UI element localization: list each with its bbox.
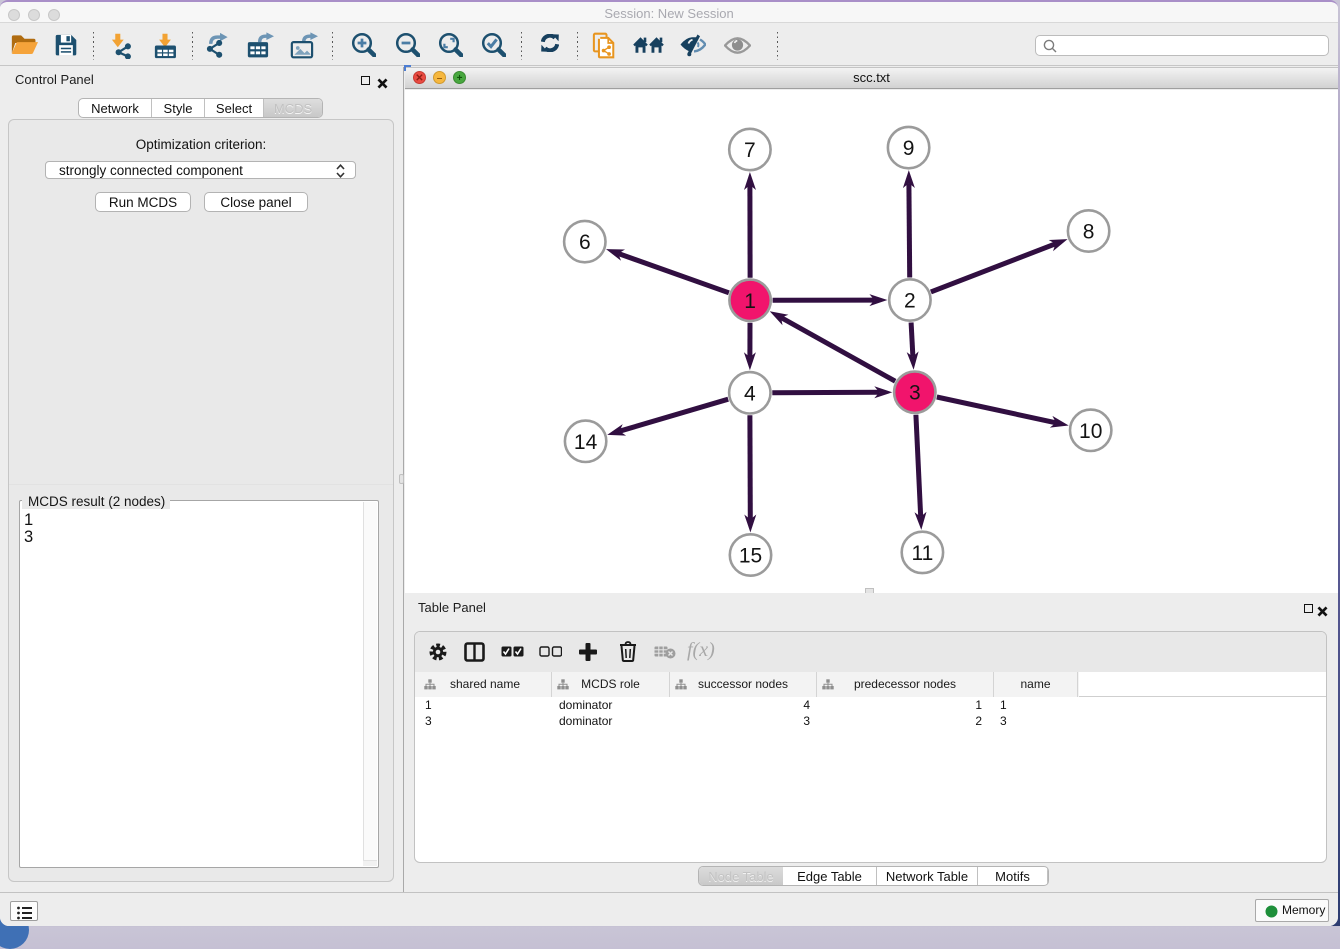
svg-text:10: 10 [1079, 420, 1102, 443]
svg-text:3: 3 [909, 382, 921, 405]
svg-text:1: 1 [744, 290, 756, 313]
svg-text:15: 15 [739, 545, 762, 568]
svg-text:9: 9 [903, 137, 915, 160]
svg-text:4: 4 [744, 382, 756, 405]
svg-text:11: 11 [911, 542, 933, 565]
svg-text:6: 6 [579, 231, 591, 254]
svg-text:14: 14 [574, 431, 598, 454]
svg-text:2: 2 [904, 290, 916, 313]
svg-text:8: 8 [1083, 221, 1095, 244]
svg-text:7: 7 [744, 139, 756, 162]
